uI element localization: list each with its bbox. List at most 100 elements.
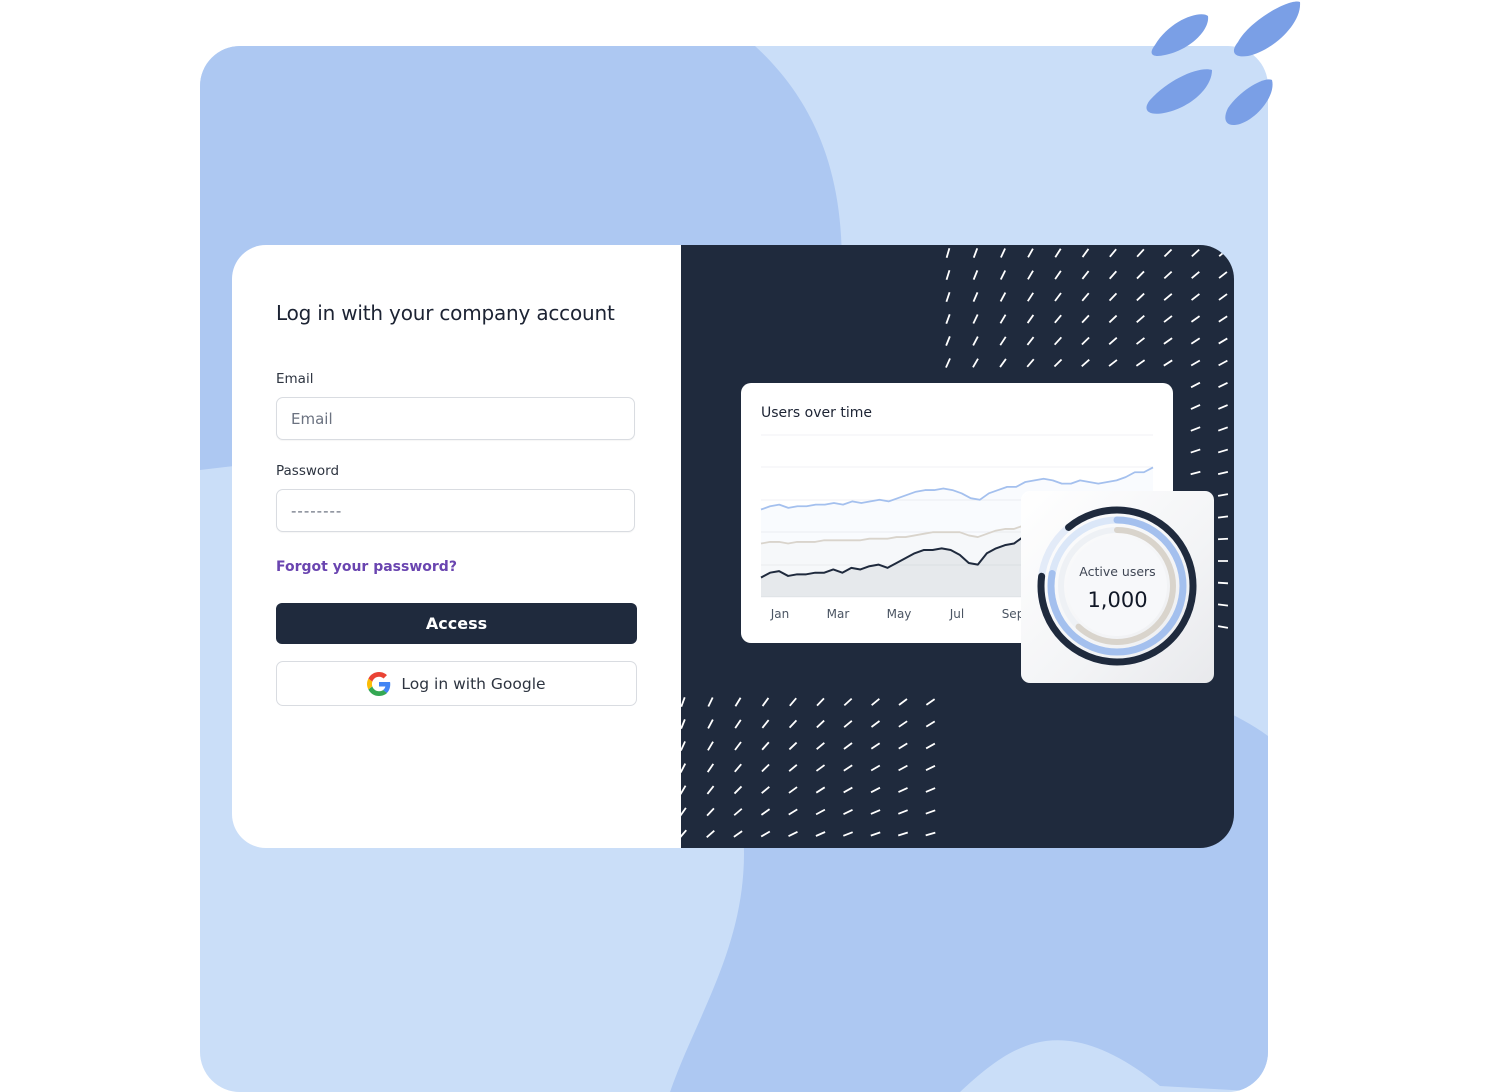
dash-mark: [972, 248, 979, 258]
dash-mark: [1190, 381, 1201, 389]
dash-mark: [1026, 314, 1035, 324]
dash-mark: [733, 808, 743, 816]
google-g-icon: [367, 671, 391, 696]
active-users-card: Active users 1,000: [1021, 491, 1214, 683]
dash-mark: [707, 741, 714, 751]
dash-mark: [1163, 293, 1173, 301]
dash-mark: [898, 809, 908, 815]
dash-mark: [1054, 292, 1062, 302]
dash-mark: [945, 247, 951, 259]
dash-mark: [1217, 470, 1229, 476]
dash-mark: [815, 808, 826, 816]
dash-mark: [734, 741, 742, 751]
dash-mark: [733, 830, 743, 838]
dash-mark: [1163, 359, 1173, 367]
dash-mark: [843, 809, 853, 815]
dash-mark: [761, 763, 770, 773]
email-input[interactable]: Email: [276, 397, 635, 440]
dash-mark: [761, 786, 770, 794]
dash-mark: [1163, 248, 1173, 258]
access-button-label: Access: [425, 614, 488, 633]
dash-mark: [1217, 448, 1229, 454]
dash-mark: [1054, 270, 1062, 280]
dash-mark: [1081, 314, 1090, 324]
dash-mark: [925, 742, 936, 750]
dash-mark: [706, 830, 715, 838]
dash-mark: [761, 719, 770, 729]
dash-mark: [925, 764, 936, 772]
active-users-value: 1,000: [1087, 588, 1148, 612]
dash-mark: [843, 720, 853, 728]
dash-mark: [1163, 337, 1173, 345]
dash-mark: [870, 786, 881, 794]
dash-mark: [1218, 315, 1228, 323]
dash-mark: [1081, 270, 1090, 280]
dash-mark: [999, 336, 1007, 346]
dash-mark: [898, 742, 908, 750]
dash-mark: [1190, 315, 1201, 323]
dash-mark: [925, 831, 936, 837]
dash-mark: [1136, 292, 1145, 302]
dash-mark: [945, 358, 951, 368]
dash-mark: [1081, 248, 1090, 258]
dash-mark: [681, 741, 686, 751]
dash-mark: [1217, 515, 1229, 519]
dash-mark: [1081, 359, 1090, 367]
dash-mark: [1163, 270, 1173, 280]
password-input[interactable]: --------: [276, 489, 635, 532]
dash-mark: [1190, 448, 1201, 454]
dash-mark: [681, 719, 686, 729]
x-tick-label: Mar: [827, 607, 850, 621]
dash-mark: [681, 807, 687, 817]
dash-mark: [972, 358, 979, 368]
dash-mark: [1136, 270, 1145, 280]
dash-mark: [1081, 292, 1090, 302]
x-tick-label: Jul: [949, 607, 964, 621]
dash-mark: [760, 808, 771, 816]
dash-mark: [734, 763, 742, 773]
dash-mark: [1027, 248, 1034, 258]
dash-mark: [1053, 358, 1063, 368]
dash-mark: [843, 786, 853, 794]
dash-mark: [1218, 382, 1228, 388]
donut-center: [1067, 536, 1167, 636]
dash-mark: [681, 696, 686, 708]
email-label: Email: [276, 371, 314, 387]
dash-mark: [1218, 337, 1228, 345]
dash-mark: [870, 831, 881, 837]
dash-mark: [870, 764, 881, 772]
dash-mark: [1217, 581, 1229, 585]
dash-mark: [706, 785, 715, 795]
dash-mark: [734, 697, 742, 707]
dash-mark: [925, 809, 936, 815]
dash-mark: [1217, 625, 1229, 629]
email-placeholder: Email: [291, 409, 333, 428]
dash-mark: [1136, 248, 1145, 258]
forgot-password-link[interactable]: Forgot your password?: [276, 559, 457, 575]
dash-mark: [734, 719, 742, 729]
access-button[interactable]: Access: [276, 603, 637, 644]
google-login-button[interactable]: Log in with Google: [276, 661, 637, 706]
dash-mark: [1217, 493, 1229, 497]
leaf-4: [1225, 79, 1273, 126]
dash-mark: [972, 292, 979, 302]
dash-mark: [898, 720, 908, 728]
page-title: Log in with your company account: [276, 301, 615, 325]
dash-mark: [1218, 271, 1228, 279]
dash-mark: [898, 787, 908, 793]
dash-mark: [1217, 426, 1229, 432]
dash-mark: [1108, 292, 1118, 302]
dash-mark: [681, 763, 687, 773]
dash-mark: [925, 720, 936, 728]
dash-mark: [1217, 603, 1229, 607]
dash-mark: [870, 720, 881, 728]
dash-mark: [815, 764, 826, 772]
dash-mark: [1054, 248, 1062, 258]
dash-mark: [1053, 336, 1063, 346]
dash-mark: [925, 698, 936, 706]
dash-mark: [1000, 248, 1006, 258]
leaf-2: [1233, 1, 1301, 57]
dash-mark: [999, 358, 1007, 368]
dash-mark: [945, 313, 951, 325]
dash-mark: [788, 808, 798, 816]
